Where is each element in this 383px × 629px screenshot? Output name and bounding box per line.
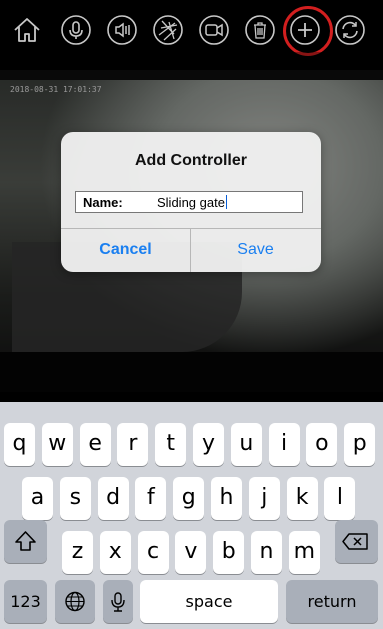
highlight-circle [283,6,333,56]
key-b[interactable]: b [213,531,245,574]
dialog-title: Add Controller [135,152,247,169]
key-g[interactable]: g [173,477,205,520]
return-key[interactable]: return [286,580,378,623]
backspace-icon [342,533,368,550]
key-o[interactable]: o [306,423,338,466]
shift-key[interactable] [4,520,47,563]
name-input[interactable]: Sliding gate [157,195,227,210]
name-value: Sliding gate [157,195,225,210]
home-button[interactable] [11,14,43,46]
key-h[interactable]: h [211,477,242,520]
key-x[interactable]: x [99,531,131,574]
delete-button[interactable] [244,14,276,46]
speaker-icon [107,15,137,45]
toolbar [0,0,383,56]
name-label: Name: [83,195,123,210]
camera-shutter-icon [153,15,183,45]
key-c[interactable]: c [137,531,169,574]
microphone-button[interactable] [60,14,92,46]
snapshot-button[interactable] [152,14,184,46]
key-n[interactable]: n [251,531,282,574]
dictation-key[interactable] [103,580,133,623]
speaker-button[interactable] [106,14,138,46]
key-d[interactable]: d [97,477,129,520]
backspace-key[interactable] [335,520,378,563]
cancel-button[interactable]: Cancel [61,228,190,272]
numbers-key[interactable]: 123 [4,580,47,623]
keyboard: qwertyuiop asdfghjkl zxcvbnm 123 space r… [0,402,383,629]
microphone-icon [61,15,91,45]
video-record-icon [199,15,229,45]
name-field[interactable]: Name: Sliding gate [75,191,303,213]
key-m[interactable]: m [288,531,320,574]
key-s[interactable]: s [59,477,91,520]
save-button[interactable]: Save [191,228,320,272]
text-caret [225,195,227,209]
globe-key[interactable] [55,580,95,623]
key-i[interactable]: i [268,423,300,466]
key-q[interactable]: q [4,423,35,466]
home-icon [14,18,40,42]
key-f[interactable]: f [135,477,167,520]
key-r[interactable]: r [117,423,149,466]
key-y[interactable]: y [193,423,224,466]
key-l[interactable]: l [324,477,356,520]
globe-icon [65,591,85,612]
key-v[interactable]: v [175,531,207,574]
trash-icon [245,15,275,45]
key-w[interactable]: w [41,423,73,466]
key-e[interactable]: e [79,423,111,466]
microphone-icon [111,592,125,612]
key-u[interactable]: u [230,423,262,466]
add-controller-dialog: Add Controller Name: Sliding gate Cancel… [61,132,321,272]
record-button[interactable] [198,14,230,46]
key-k[interactable]: k [286,477,318,520]
key-j[interactable]: j [248,477,280,520]
key-p[interactable]: p [344,423,376,466]
key-z[interactable]: z [62,531,93,574]
refresh-button[interactable] [334,14,366,46]
key-a[interactable]: a [22,477,53,520]
shift-icon [15,531,36,551]
key-t[interactable]: t [155,423,187,466]
refresh-icon [335,15,365,45]
space-key[interactable]: space [140,580,278,623]
